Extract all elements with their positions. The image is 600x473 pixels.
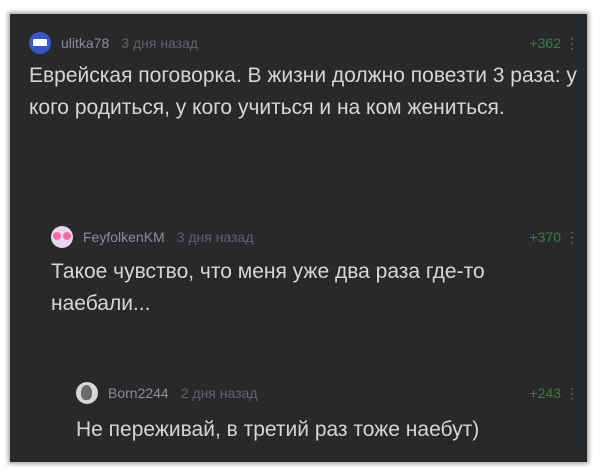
comment-text: Не переживай, в третий раз тоже наебут) — [76, 418, 480, 441]
avatar-icon[interactable] — [51, 226, 73, 248]
timestamp: 2 дня назад — [180, 385, 258, 401]
timestamp: 3 дня назад — [176, 229, 254, 245]
avatar-icon[interactable] — [76, 382, 98, 404]
more-vertical-icon[interactable]: ⋮ — [565, 36, 579, 50]
comment-born2244: Born2244 2 дня назад +243 ⋮ Не переживай… — [76, 380, 581, 446]
comment-ulitka78: ulitka78 3 дня назад +362 ⋮ Еврейская по… — [29, 30, 581, 124]
comment-text: Такое чувство, что меня уже два раза где… — [51, 260, 485, 315]
comments-panel: ulitka78 3 дня назад +362 ⋮ Еврейская по… — [10, 14, 587, 462]
avatar-icon[interactable] — [29, 32, 51, 54]
comment-feyfolkenkm: FeyfolkenKM 3 дня назад +370 ⋮ Такое чув… — [51, 224, 581, 320]
comment-text: Еврейская поговорка. В жизни должно пове… — [29, 64, 577, 119]
username[interactable]: FeyfolkenKM — [83, 229, 165, 245]
rating: +362 — [529, 35, 561, 51]
comment-header: Born2244 2 дня назад +243 ⋮ — [76, 380, 581, 406]
username[interactable]: Born2244 — [108, 385, 169, 401]
more-vertical-icon[interactable]: ⋮ — [565, 386, 579, 400]
more-vertical-icon[interactable]: ⋮ — [565, 230, 579, 244]
comment-header: ulitka78 3 дня назад +362 ⋮ — [29, 30, 581, 56]
username[interactable]: ulitka78 — [61, 35, 109, 51]
timestamp: 3 дня назад — [121, 35, 199, 51]
comment-header: FeyfolkenKM 3 дня назад +370 ⋮ — [51, 224, 581, 250]
rating: +243 — [529, 385, 561, 401]
rating: +370 — [529, 229, 561, 245]
